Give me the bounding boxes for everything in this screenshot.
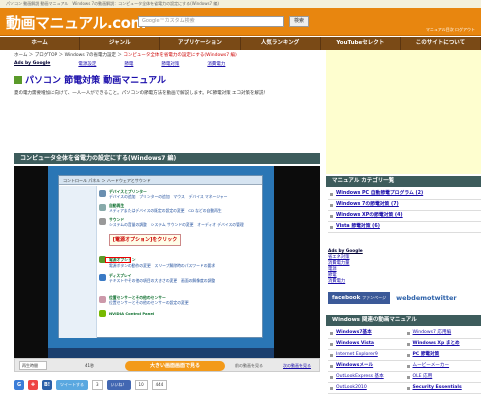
bookmark-icon[interactable]: ✚ <box>28 380 38 390</box>
site-header: 動画マニュアル.com Google™カスタム検索 検索 マニュアル目次 ログア… <box>0 8 481 36</box>
tweet-button[interactable]: ツイートする <box>56 380 88 390</box>
nav-item-applications[interactable]: アプリケーション <box>160 37 241 50</box>
top-tagline: パソコン 動画解説 動画マニュアル Windows 7の動画解説：コンピュータ全… <box>0 0 481 8</box>
nvidia-icon <box>99 310 106 317</box>
header-links[interactable]: マニュアル目次 ログアウト <box>426 27 475 33</box>
related-item[interactable]: Windows7 応用編 <box>404 328 481 339</box>
page-title-text: パソコン 節電対策 動画マニュアル <box>25 76 166 86</box>
search-button[interactable]: 検索 <box>289 16 309 27</box>
cp-item-text: 位置センサーとその他のセンサーの設定の変更 <box>109 300 189 305</box>
related-item[interactable]: OLE 応用 <box>404 372 481 383</box>
video-title: コンピュータ全体を省電力の設定にする(Windows7 編) <box>14 153 320 164</box>
sensor-icon <box>99 296 106 303</box>
cp-item-text: デバイスの追加 プリンターの追加 マウス デバイス マネージャー <box>109 194 228 199</box>
nav-item-about[interactable]: このサイトについて <box>401 37 481 50</box>
cp-item-title: NVIDIA Control Panel <box>109 311 155 316</box>
related-item[interactable]: ムービーメーカー <box>404 361 481 372</box>
window-sidebar <box>59 186 97 338</box>
instruction-callout: [電源オプション]をクリック <box>109 234 181 246</box>
facebook-label: facebook <box>332 295 361 301</box>
related-item[interactable]: Windows Vista <box>328 339 405 350</box>
play-large-button[interactable]: 大きい画面画面で見る <box>125 361 225 371</box>
ad-link[interactable]: 節電 <box>124 61 133 67</box>
related-item[interactable]: Internet Explorer9 <box>328 350 405 361</box>
related-item[interactable]: Windows7基本 <box>328 328 405 339</box>
video-screen: コントロール パネル ＞ ハードウェアとサウンド デバイスとプリンター デバイス… <box>48 166 274 358</box>
tweet-count: 3 <box>92 380 103 390</box>
ad-link[interactable]: 消費電力 <box>207 61 225 67</box>
main-nav: ホーム ジャンル アプリケーション 人気ランキング YouTubeセレクト この… <box>0 37 481 50</box>
facebook-sub: ファンページ <box>362 295 387 300</box>
page-title[interactable]: パソコン 節電対策 動画マニュアル <box>14 73 166 86</box>
category-item[interactable]: Windows 7の節電対策 (7) <box>328 200 481 211</box>
category-title: マニュアル カテゴリ一覧 <box>326 176 481 187</box>
facebook-fanpage-link[interactable]: facebook ファンページ <box>328 292 391 304</box>
display-icon <box>99 274 106 281</box>
twitter-link[interactable]: webdemotwitter <box>396 294 457 302</box>
window-address-bar: コントロール パネル ＞ ハードウェアとサウンド <box>59 176 262 185</box>
duration: 41秒 <box>85 363 95 368</box>
hatena-icon[interactable]: B! <box>42 380 52 390</box>
prev-video-link[interactable]: 前の動画を見る <box>235 361 263 370</box>
category-list: Windows PC 自動節電プログラム (2) Windows 7の節電対策 … <box>326 189 481 233</box>
video-controls: 再生時間 41秒 大きい画面画面で見る 前の動画を見る 次の動画を見る <box>14 358 320 372</box>
page-description: 夏の電力需要増加に向けて、一人一人ができること。パソコンの節電方法を動画で解説し… <box>14 91 269 96</box>
related-list: Windows7基本 Windows7 応用編 Windows Vista Windo… <box>326 328 481 394</box>
cp-item-text: 電源ボタンの動作の変更 スリープ解除時のパスワードの要求 <box>109 263 216 268</box>
social-links: facebook ファンページ webdemotwitter <box>326 292 481 304</box>
cp-item-text: システムの音量の調整 システム サウンドの変更 オーディオ デバイスの管理 <box>109 222 244 227</box>
ad-link[interactable]: 節電対策 <box>161 61 179 67</box>
category-item[interactable]: Windows PC 自動節電プログラム (2) <box>328 189 481 200</box>
next-video-link[interactable]: 次の動画を見る <box>283 361 311 370</box>
like-count: 10 <box>134 380 148 390</box>
related-item[interactable]: Security Essentials <box>404 383 481 394</box>
search-input[interactable]: Google™カスタム検索 <box>138 16 284 27</box>
related-title: Windows 関連の動画マニュアル <box>326 315 481 326</box>
ads-label[interactable]: Ads by Google <box>14 61 50 67</box>
ads-label[interactable]: Ads by Google <box>328 249 363 254</box>
windows-taskbar <box>48 348 274 358</box>
category-item[interactable]: Windows XPの節電対策 (4) <box>328 211 481 222</box>
ad-link[interactable]: 消費電力 <box>328 279 481 285</box>
control-panel-window: コントロール パネル ＞ ハードウェアとサウンド デバイスとプリンター デバイス… <box>58 175 263 338</box>
related-item[interactable]: Windowsメール <box>328 361 405 372</box>
ad-banner[interactable] <box>326 50 481 174</box>
printer-icon <box>99 190 106 197</box>
related-item[interactable]: OutLookExpress 基本 <box>328 372 405 383</box>
speaker-icon <box>99 218 106 225</box>
breadcrumb-current: コンピュータ全体を省電力の設定にする(Windows7 編) <box>123 53 237 58</box>
sidebar-ads: Ads by Google 省エネ対策 消費電力量 電源 節電 消費電力 <box>326 249 481 285</box>
google-icon[interactable]: G <box>14 380 24 390</box>
related-item[interactable]: Windows Xp まとめ <box>404 339 481 350</box>
like-button[interactable]: いいね！ <box>106 380 131 390</box>
breadcrumb: ホーム ＞ ブログTOP ＞ Windows 7の省電力設定 ＞ コンピュータ全… <box>14 52 237 58</box>
nav-item-genre[interactable]: ジャンル <box>80 37 161 50</box>
hatena-count: 444 <box>151 380 168 390</box>
cp-item-text: テキストやその他の項目の大きさの変更 画面の解像度の調整 <box>109 278 216 283</box>
nav-item-youtube[interactable]: YouTubeセレクト <box>321 37 401 50</box>
related-item[interactable]: PC 節電対策 <box>404 350 481 361</box>
video-player[interactable]: コントロール パネル ＞ ハードウェアとサウンド デバイスとプリンター デバイス… <box>14 166 320 358</box>
site-logo[interactable]: 動画マニュアル.com <box>6 12 146 33</box>
highlight-box <box>105 257 131 263</box>
breadcrumb-trail[interactable]: ホーム ＞ ブログTOP ＞ Windows 7の省電力設定 ＞ <box>14 53 123 58</box>
nav-item-ranking[interactable]: 人気ランキング <box>241 37 321 50</box>
ads-row: Ads by Google 電源設定 節電 節電対策 消費電力 <box>14 61 225 67</box>
nav-item-home[interactable]: ホーム <box>0 37 81 50</box>
time-label: 再生時間 <box>19 361 47 370</box>
related-item[interactable]: OutLook2010 <box>328 383 405 394</box>
ad-link[interactable]: 電源設定 <box>78 61 96 67</box>
leaf-icon <box>14 76 22 84</box>
share-bar: G ✚ B! ツイートする 3 いいね！ 10 444 <box>14 380 168 390</box>
cp-item-text: メディアまたはデバイスの既定の設定の変更 CD などの自動再生 <box>109 208 222 213</box>
category-item[interactable]: Vista 節電対策 (6) <box>328 222 481 233</box>
autoplay-icon <box>99 204 106 211</box>
